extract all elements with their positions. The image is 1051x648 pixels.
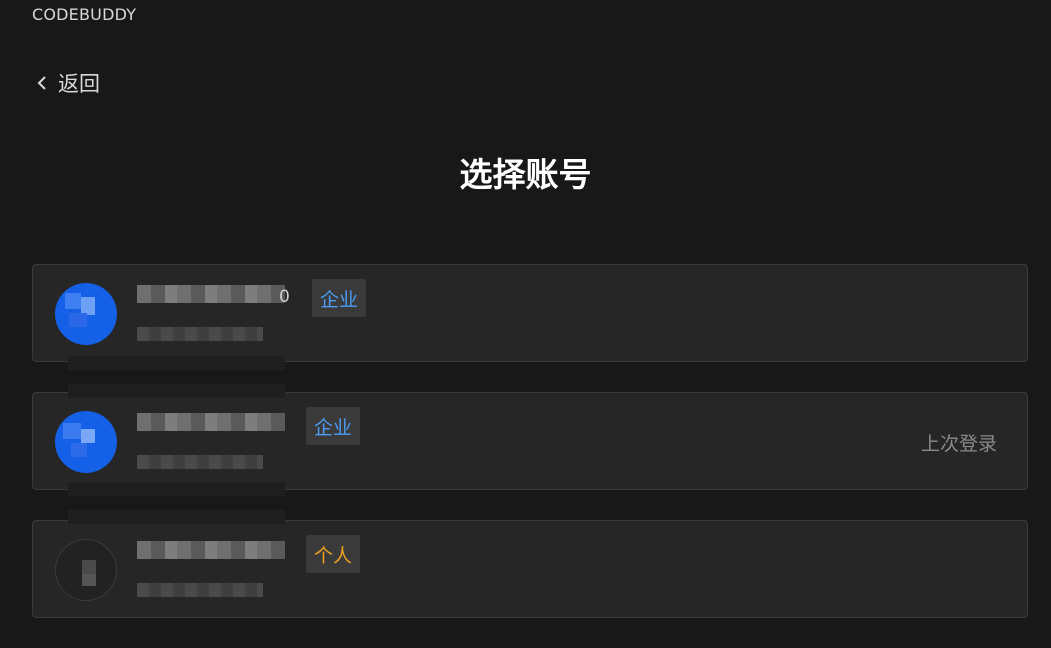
account-name-redacted	[137, 541, 285, 559]
account-card-1[interactable]: 0 企业	[32, 264, 1028, 362]
account-type-badge: 企业	[306, 407, 361, 445]
redaction-strip	[68, 510, 285, 524]
redaction-strip	[68, 384, 285, 398]
redaction-strip	[68, 356, 285, 370]
redaction-strip	[68, 482, 285, 496]
account-name-redacted	[137, 285, 285, 303]
avatar	[55, 283, 117, 345]
account-name-redacted	[137, 413, 285, 431]
app-title: CODEBUDDY	[32, 5, 137, 24]
account-list: 0 企业 企业 上次登录 个人	[32, 264, 1028, 648]
account-detail-redacted	[137, 327, 263, 341]
back-button[interactable]: 返回	[36, 68, 100, 98]
account-name-tail: 0	[279, 287, 290, 307]
chevron-left-icon	[37, 76, 46, 90]
avatar	[55, 411, 117, 473]
last-login-label: 上次登录	[920, 433, 997, 455]
page-title: 选择账号	[459, 155, 592, 194]
account-detail-redacted	[137, 455, 263, 469]
account-card-3[interactable]: 个人	[32, 520, 1028, 618]
account-detail-redacted	[137, 583, 263, 597]
account-type-badge: 个人	[306, 535, 361, 573]
avatar	[55, 539, 117, 601]
account-type-badge: 企业	[312, 279, 367, 317]
account-card-2[interactable]: 企业 上次登录	[32, 392, 1028, 490]
back-label: 返回	[58, 72, 100, 96]
